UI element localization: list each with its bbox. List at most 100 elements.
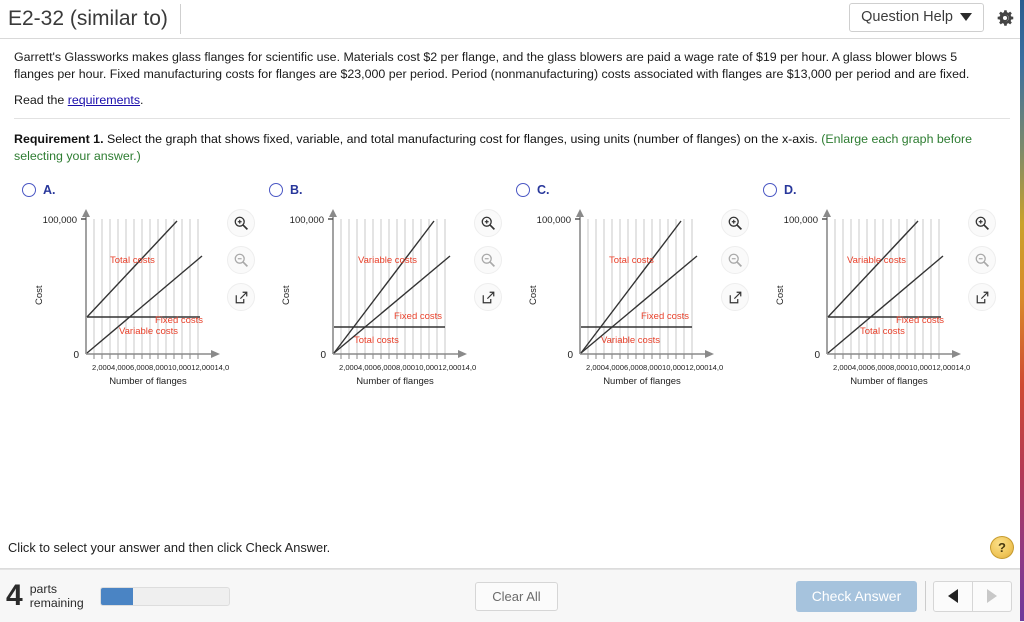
graph-b-tools [474,209,502,311]
previous-button[interactable] [933,580,973,612]
zoom-in-icon[interactable] [227,209,255,237]
question-help-button[interactable]: Question Help [849,3,984,32]
graph-b[interactable]: 100,000 0 Cost 2,0004,0006,0008,00010,00… [261,207,508,387]
graph-b-xlabel: Number of flanges [356,376,434,387]
problem-statement: Garrett's Glassworks makes glass flanges… [14,50,970,81]
graph-b-xticks: 2,0004,0006,0008,00010,00012,00014,000 [339,363,476,372]
color-gradient-stripe [1020,0,1024,621]
graph-c[interactable]: 100,000 0 Cost 2,0004,0006,0008,00010,00… [508,207,755,387]
zoom-out-icon[interactable] [968,246,996,274]
progress-bar [99,586,230,606]
graph-d-svg: 100,000 0 Cost 2,0004,0006,0008,00010,00… [775,209,970,387]
next-button[interactable] [973,580,1012,612]
gear-icon[interactable] [994,7,1016,29]
requirement-text: Requirement 1. Select the graph that sho… [14,131,1010,165]
graph-a-tools [227,209,255,311]
graph-c-ylabel: Cost [528,285,539,305]
check-answer-button[interactable]: Check Answer [796,580,917,612]
question-help-label: Question Help [861,9,953,25]
zoom-in-icon[interactable] [968,209,996,237]
requirement-label: Requirement 1. [14,132,104,146]
open-in-new-window-icon[interactable] [474,283,502,311]
question-header: E2-32 (similar to) Question Help [0,0,1024,39]
open-in-new-window-icon[interactable] [227,283,255,311]
answer-options: A. 100,000 0 Cost 2,0004,0006,0008,00010… [14,181,1010,387]
triangle-right-icon [987,589,997,603]
graph-c-yzero: 0 [567,350,573,361]
graph-a-svg: 100,000 0 Cost 2,0004,0006,0008,00010,00… [34,209,229,387]
clear-all-button[interactable]: Clear All [475,581,558,611]
read-prefix: Read the [14,93,68,107]
graph-c-tools [721,209,749,311]
radio-option-a[interactable] [22,183,36,197]
graph-a-xticks: 2,0004,0006,0008,00010,00012,00014,000 [92,363,229,372]
graph-d-xticks: 2,0004,0006,0008,00010,00012,00014,000 [833,363,970,372]
option-c-letter: C. [537,183,550,197]
help-bubble-icon[interactable]: ? [990,536,1014,559]
graph-d-label-lower: Total costs [860,326,905,337]
graph-d-label-flat: Fixed costs [896,315,944,326]
bottom-toolbar: 4 parts remaining Clear All Check Answer [0,569,1024,622]
radio-option-d[interactable] [763,183,777,197]
radio-option-c[interactable] [516,183,530,197]
graph-d-xlabel: Number of flanges [850,376,928,387]
graph-c-label-flat: Fixed costs [641,311,689,322]
triangle-left-icon [948,589,958,603]
graph-c-xlabel: Number of flanges [603,376,681,387]
parts-remaining: 4 parts remaining [6,581,230,611]
requirements-link[interactable]: requirements [68,93,140,107]
graph-b-label-flat: Fixed costs [394,311,442,322]
graph-a-ytop: 100,000 [43,215,77,226]
zoom-out-icon[interactable] [474,246,502,274]
graph-c-label-upper: Total costs [609,255,654,266]
option-c-header[interactable]: C. [516,181,755,199]
graph-d-ytop: 100,000 [784,215,818,226]
page-title: E2-32 (similar to) [0,4,181,34]
option-b-letter: B. [290,183,303,197]
parts-remaining-count: 4 [6,579,23,612]
graph-d-yzero: 0 [814,350,820,361]
hint-text: Click to select your answer and then cli… [8,540,331,555]
question-content: Garrett's Glassworks makes glass flanges… [0,39,1024,387]
graph-b-svg: 100,000 0 Cost 2,0004,0006,0008,00010,00… [281,209,476,387]
graph-a-label-flat: Fixed costs [155,315,203,326]
option-b: B. 100,000 0 Cost 2,0004,0006,0008,00010… [261,181,508,387]
graph-a-yzero: 0 [73,350,79,361]
hint-bar: Click to select your answer and then cli… [0,532,1024,569]
zoom-in-icon[interactable] [474,209,502,237]
option-d: D. 100,000 0 Cost 2,0004,0006,0008,00010… [755,181,1002,387]
open-in-new-window-icon[interactable] [968,283,996,311]
header-actions: Question Help [849,3,1016,32]
option-d-header[interactable]: D. [763,181,1002,199]
graph-b-label-lower: Total costs [354,335,399,346]
graph-a[interactable]: 100,000 0 Cost 2,0004,0006,0008,00010,00… [14,207,261,387]
option-a-header[interactable]: A. [22,181,261,199]
parts-word-1: parts [29,582,58,596]
zoom-in-icon[interactable] [721,209,749,237]
zoom-out-icon[interactable] [227,246,255,274]
parts-remaining-label: parts remaining [30,582,84,610]
graph-d-label-upper: Variable costs [847,255,906,266]
open-in-new-window-icon[interactable] [721,283,749,311]
option-b-header[interactable]: B. [269,181,508,199]
graph-b-ytop: 100,000 [290,215,324,226]
parts-word-2: remaining [29,596,84,610]
graph-b-ylabel: Cost [281,285,292,305]
graph-b-yzero: 0 [320,350,326,361]
graph-c-svg: 100,000 0 Cost 2,0004,0006,0008,00010,00… [528,209,723,387]
requirement-body: Select the graph that shows fixed, varia… [103,132,822,146]
graph-c-ytop: 100,000 [537,215,571,226]
graph-a-ylabel: Cost [34,285,45,305]
graph-a-xlabel: Number of flanges [109,376,187,387]
nav-buttons [933,580,1012,612]
radio-option-b[interactable] [269,183,283,197]
graph-c-label-lower: Variable costs [601,335,660,346]
read-requirements-line: Read the requirements. [14,93,1010,107]
graph-a-label-lower: Variable costs [119,326,178,337]
graph-d[interactable]: 100,000 0 Cost 2,0004,0006,0008,00010,00… [755,207,1002,387]
option-a: A. 100,000 0 Cost 2,0004,0006,0008,00010… [14,181,261,387]
zoom-out-icon[interactable] [721,246,749,274]
read-suffix: . [140,93,144,107]
option-a-letter: A. [43,183,56,197]
graph-c-xticks: 2,0004,0006,0008,00010,00012,00014,000 [586,363,723,372]
